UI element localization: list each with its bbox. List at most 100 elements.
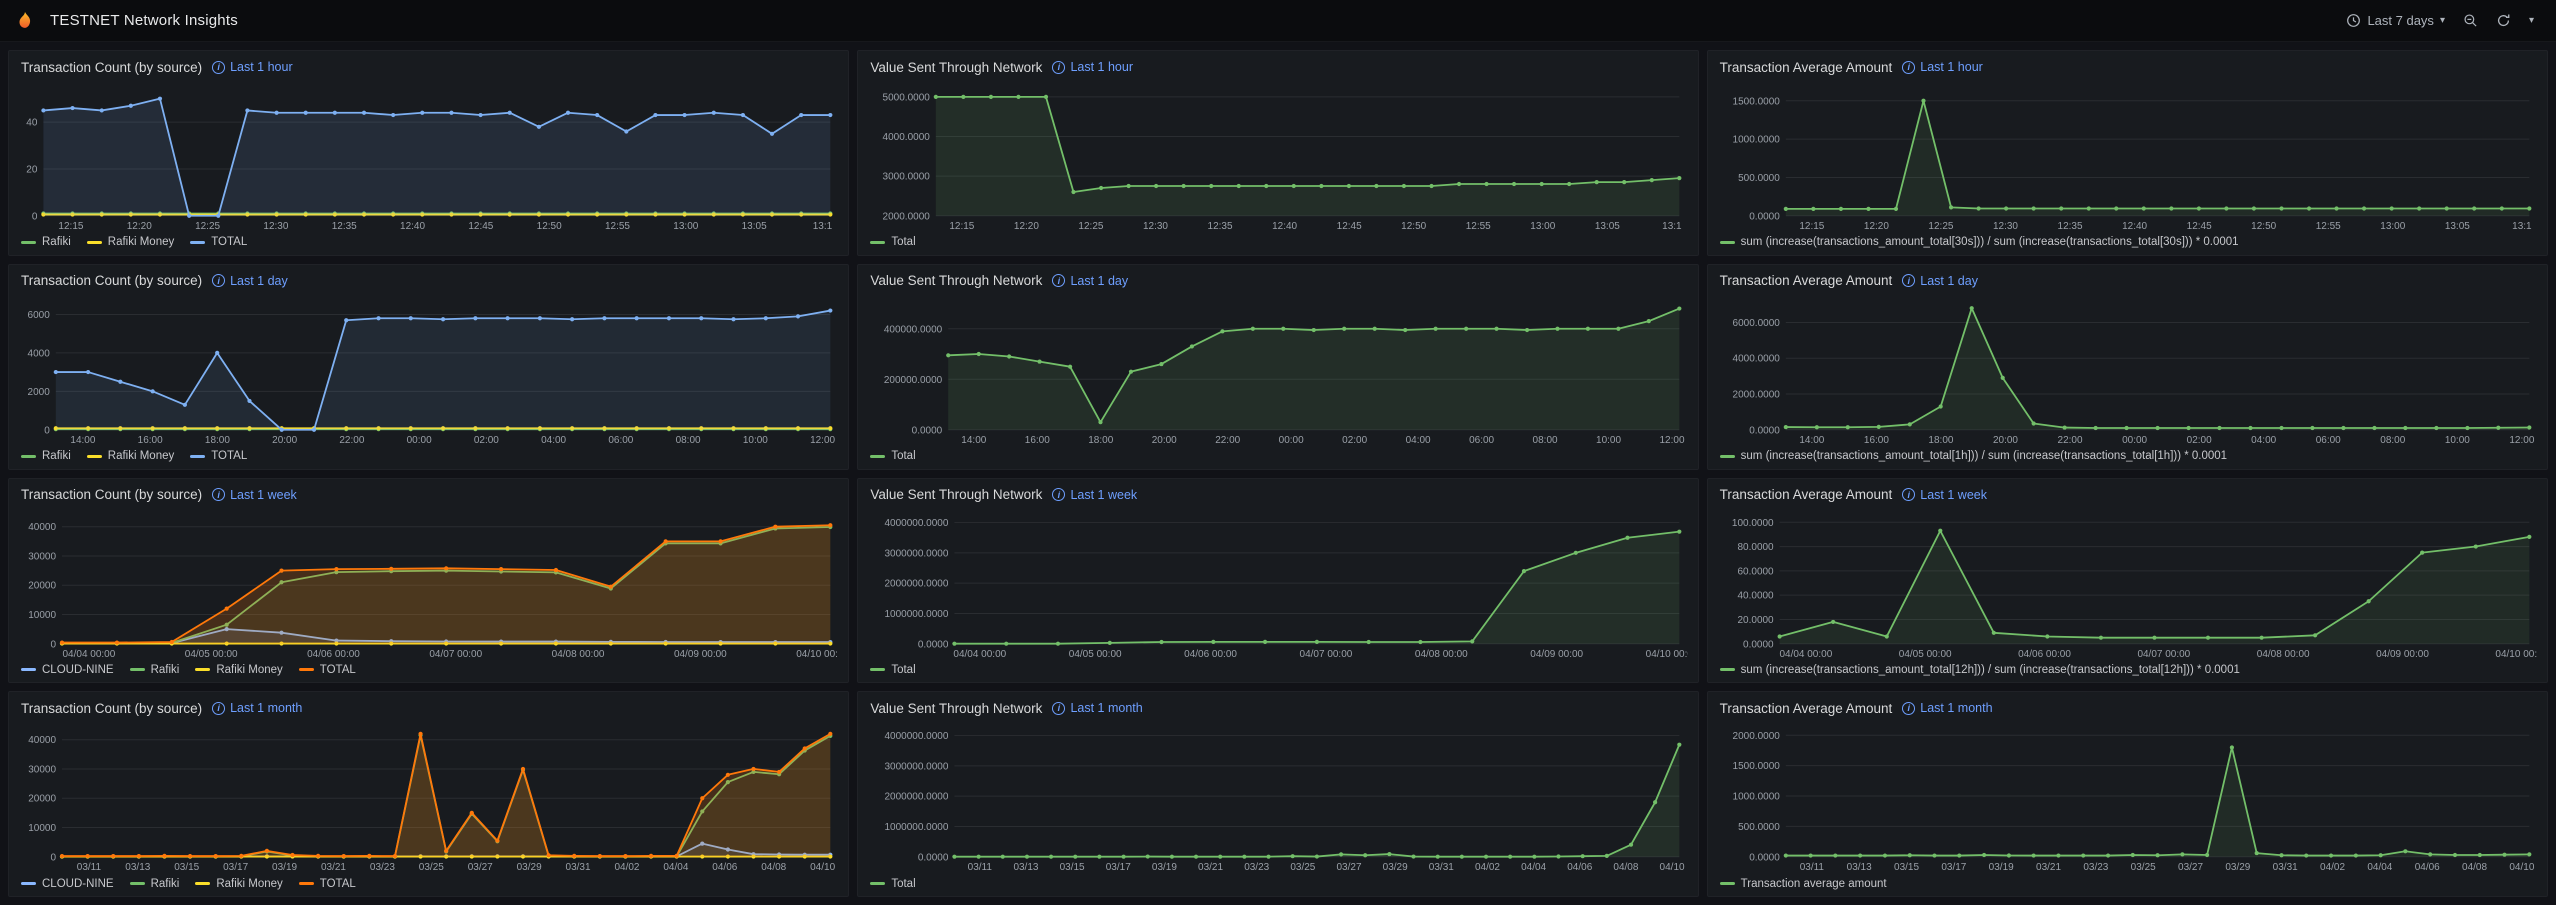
legend-item[interactable]: TOTAL	[190, 450, 247, 462]
panel-chart[interactable]: 0.000020.000040.000060.000080.0000100.00…	[1718, 507, 2537, 661]
panel-chart[interactable]: 0.00002000.00004000.00006000.000014:0016…	[1718, 293, 2537, 447]
svg-text:16:00: 16:00	[1864, 435, 1889, 446]
panel-title[interactable]: Value Sent Through Network	[870, 273, 1042, 288]
grafana-logo-icon[interactable]	[14, 9, 38, 33]
panel-time-link[interactable]: i Last 1 week	[212, 488, 297, 502]
zoom-out-button[interactable]	[2455, 7, 2486, 34]
svg-text:12:45: 12:45	[2186, 221, 2211, 232]
svg-text:08:00: 08:00	[1533, 435, 1558, 446]
legend-item[interactable]: TOTAL	[299, 664, 356, 676]
legend-item[interactable]: CLOUD-NINE	[21, 664, 114, 676]
panel-time-link[interactable]: i Last 1 hour	[1902, 60, 1983, 74]
panel-time-link[interactable]: i Last 1 month	[1052, 701, 1142, 715]
panel-legend: CLOUD-NINE Rafiki Rafiki Money TOTAL	[19, 660, 838, 679]
svg-text:18:00: 18:00	[1928, 435, 1953, 446]
panel-time-link[interactable]: i Last 1 hour	[1052, 60, 1133, 74]
panel-chart[interactable]: 0.0000200000.0000400000.000014:0016:0018…	[868, 293, 1687, 447]
panel-time-link[interactable]: i Last 1 month	[212, 701, 302, 715]
panel-title[interactable]: Transaction Average Amount	[1720, 701, 1893, 716]
panel-time-link[interactable]: i Last 1 hour	[212, 60, 293, 74]
legend-series-label: Rafiki Money	[216, 664, 282, 676]
panel-time-link[interactable]: i Last 1 day	[1902, 274, 1978, 288]
panel-time-link[interactable]: i Last 1 day	[212, 274, 288, 288]
panel-title[interactable]: Value Sent Through Network	[870, 487, 1042, 502]
legend-item[interactable]: Rafiki	[130, 664, 180, 676]
panel-legend: sum (increase(transactions_amount_total[…	[1718, 447, 2537, 466]
legend-item[interactable]: Rafiki Money	[87, 236, 174, 248]
panel-time-link[interactable]: i Last 1 day	[1052, 274, 1128, 288]
refresh-icon	[2496, 13, 2511, 28]
panel-time-link-label: Last 1 hour	[1920, 60, 1983, 74]
legend-series-label: sum (increase(transactions_amount_total[…	[1741, 450, 2227, 462]
svg-text:5000.0000: 5000.0000	[883, 92, 931, 103]
panel-time-link[interactable]: i Last 1 week	[1052, 488, 1137, 502]
legend-item[interactable]: TOTAL	[299, 878, 356, 890]
panel-header: Transaction Count (by source) i Last 1 h…	[19, 55, 838, 79]
svg-text:12:15: 12:15	[58, 221, 83, 232]
panel-title[interactable]: Value Sent Through Network	[870, 701, 1042, 716]
svg-text:1500.0000: 1500.0000	[1732, 761, 1780, 772]
svg-text:20000: 20000	[28, 580, 56, 591]
panel-chart[interactable]: 0.00001000000.00002000000.00003000000.00…	[868, 507, 1687, 661]
panel-chart[interactable]: 0.00001000000.00002000000.00003000000.00…	[868, 720, 1687, 874]
legend-item[interactable]: Rafiki	[130, 878, 180, 890]
legend-item[interactable]: CLOUD-NINE	[21, 878, 114, 890]
panel-title[interactable]: Transaction Average Amount	[1720, 487, 1893, 502]
legend-item[interactable]: Transaction average amount	[1720, 878, 1887, 890]
legend-item[interactable]: sum (increase(transactions_amount_total[…	[1720, 664, 2240, 676]
legend-item[interactable]: Rafiki Money	[87, 450, 174, 462]
panel-chart[interactable]: 01000020000300004000003/1103/1303/1503/1…	[19, 720, 838, 874]
info-icon: i	[212, 61, 225, 74]
panel-legend: Rafiki Rafiki Money TOTAL	[19, 447, 838, 466]
legend-item[interactable]: Total	[870, 664, 915, 676]
panel-time-link[interactable]: i Last 1 week	[1902, 488, 1987, 502]
legend-item[interactable]: Rafiki Money	[195, 878, 282, 890]
refresh-interval-dropdown[interactable]: ▾	[2521, 9, 2542, 32]
panel-title[interactable]: Value Sent Through Network	[870, 60, 1042, 75]
legend-item[interactable]: sum (increase(transactions_amount_total[…	[1720, 450, 2227, 462]
panel-chart[interactable]: 2000.00003000.00004000.00005000.000012:1…	[868, 79, 1687, 233]
svg-text:14:00: 14:00	[962, 435, 987, 446]
panel-chart[interactable]: 0.0000500.00001000.00001500.00002000.000…	[1718, 720, 2537, 874]
panel-title[interactable]: Transaction Count (by source)	[21, 273, 202, 288]
legend-item[interactable]: Rafiki	[21, 236, 71, 248]
legend-series-label: TOTAL	[320, 664, 356, 676]
panel-title[interactable]: Transaction Count (by source)	[21, 701, 202, 716]
svg-text:12:40: 12:40	[400, 221, 425, 232]
legend-item[interactable]: Rafiki Money	[195, 664, 282, 676]
legend-series-swatch	[870, 882, 885, 885]
panel-title[interactable]: Transaction Count (by source)	[21, 60, 202, 75]
legend-item[interactable]: Total	[870, 878, 915, 890]
panel-time-link[interactable]: i Last 1 month	[1902, 701, 1992, 715]
svg-text:04/06: 04/06	[1568, 862, 1593, 873]
panel-title[interactable]: Transaction Count (by source)	[21, 487, 202, 502]
panel-title[interactable]: Transaction Average Amount	[1720, 60, 1893, 75]
svg-text:12:35: 12:35	[1208, 221, 1233, 232]
legend-series-swatch	[870, 241, 885, 244]
panel-chart[interactable]: 0.0000500.00001000.00001500.000012:1512:…	[1718, 79, 2537, 233]
legend-item[interactable]: Total	[870, 450, 915, 462]
svg-text:03/13: 03/13	[125, 862, 150, 873]
svg-text:06:00: 06:00	[1469, 435, 1494, 446]
svg-text:04/04 00:00: 04/04 00:00	[63, 648, 116, 659]
legend-item[interactable]: Rafiki	[21, 450, 71, 462]
panel-chart[interactable]: 020004000600014:0016:0018:0020:0022:0000…	[19, 293, 838, 447]
legend-item[interactable]: sum (increase(transactions_amount_total[…	[1720, 236, 2239, 248]
svg-text:12:35: 12:35	[332, 221, 357, 232]
panel-chart[interactable]: 0204012:1512:2012:2512:3012:3512:4012:45…	[19, 79, 838, 233]
legend-item[interactable]: TOTAL	[190, 236, 247, 248]
legend-series-label: CLOUD-NINE	[42, 878, 114, 890]
svg-text:22:00: 22:00	[2057, 435, 2082, 446]
svg-text:20:00: 20:00	[1152, 435, 1177, 446]
time-range-picker[interactable]: Last 7 days ▾	[2338, 7, 2453, 34]
legend-series-label: Transaction average amount	[1741, 878, 1887, 890]
panel-chart[interactable]: 01000020000300004000004/04 00:0004/05 00…	[19, 507, 838, 661]
svg-text:4000000.0000: 4000000.0000	[885, 731, 949, 742]
legend-series-swatch	[1720, 455, 1735, 458]
svg-text:12:55: 12:55	[2315, 221, 2340, 232]
svg-text:03/23: 03/23	[1245, 862, 1270, 873]
panel-title[interactable]: Transaction Average Amount	[1720, 273, 1893, 288]
legend-item[interactable]: Total	[870, 236, 915, 248]
refresh-button[interactable]	[2488, 7, 2519, 34]
panel-header: Value Sent Through Network i Last 1 hour	[868, 55, 1687, 79]
